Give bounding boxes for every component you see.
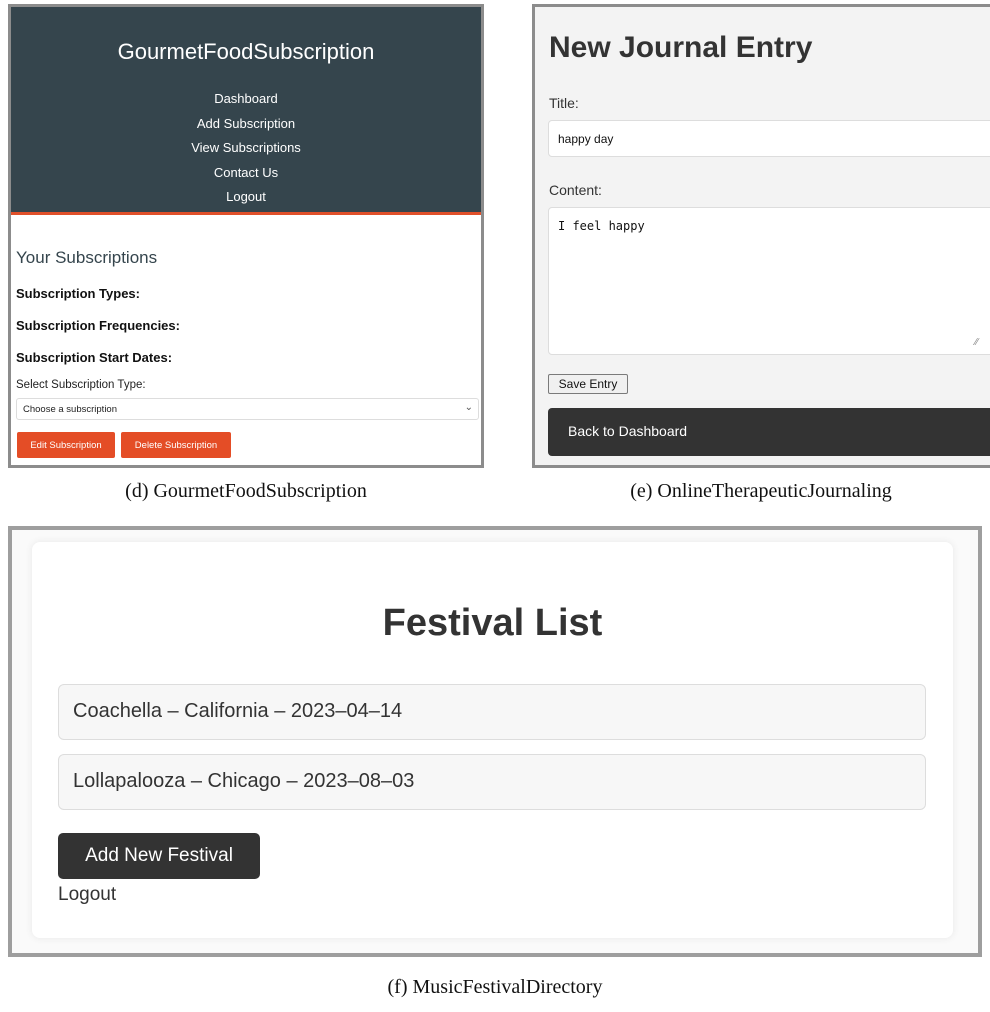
- select-value: Choose a subscription: [23, 404, 117, 415]
- nav-logout[interactable]: Logout: [11, 185, 481, 210]
- add-new-festival-button[interactable]: Add New Festival: [58, 833, 260, 879]
- festival-item[interactable]: Lollapalooza – Chicago – 2023–08–03: [58, 754, 926, 810]
- nav-view-subscriptions[interactable]: View Subscriptions: [11, 136, 481, 161]
- main-nav: Dashboard Add Subscription View Subscrip…: [11, 87, 481, 210]
- caption-e: (e) OnlineTherapeuticJournaling: [630, 480, 892, 502]
- section-title: Your Subscriptions: [16, 248, 158, 267]
- back-to-dashboard-button[interactable]: Back to Dashboard: [548, 408, 990, 456]
- logout-link[interactable]: Logout: [58, 884, 116, 906]
- delete-subscription-button[interactable]: Delete Subscription: [121, 432, 231, 458]
- content-textarea[interactable]: I feel happy: [548, 207, 990, 355]
- site-header: GourmetFoodSubscription Dashboard Add Su…: [11, 7, 481, 215]
- resize-grip-icon[interactable]: ∕∕: [975, 337, 978, 348]
- content-card: Festival List Coachella – California – 2…: [32, 542, 953, 938]
- music-festival-directory-screenshot: Festival List Coachella – California – 2…: [8, 526, 982, 957]
- content-label: Content:: [549, 182, 602, 198]
- title-input[interactable]: happy day: [548, 120, 990, 157]
- subscription-start-dates-label: Subscription Start Dates:: [16, 350, 173, 365]
- nav-contact-us[interactable]: Contact Us: [11, 161, 481, 186]
- gourmet-food-subscription-screenshot: GourmetFoodSubscription Dashboard Add Su…: [8, 4, 484, 468]
- title-label: Title:: [549, 95, 579, 111]
- page-title: Festival List: [382, 602, 603, 644]
- caption-d: (d) GourmetFoodSubscription: [125, 480, 367, 502]
- nav-dashboard[interactable]: Dashboard: [11, 87, 481, 112]
- page-title: New Journal Entry: [549, 31, 813, 64]
- subscription-types-label: Subscription Types:: [16, 286, 140, 301]
- therapeutic-journaling-screenshot: New Journal Entry Title: happy day Conte…: [532, 4, 990, 468]
- festival-item[interactable]: Coachella – California – 2023–04–14: [58, 684, 926, 740]
- subscription-type-select[interactable]: Choose a subscription ⌄: [16, 398, 479, 420]
- caption-f: (f) MusicFestivalDirectory: [387, 976, 603, 998]
- edit-subscription-button[interactable]: Edit Subscription: [17, 432, 115, 458]
- chevron-down-icon: ⌄: [464, 402, 473, 413]
- nav-add-subscription[interactable]: Add Subscription: [11, 112, 481, 137]
- save-entry-button[interactable]: Save Entry: [548, 374, 628, 394]
- select-type-label: Select Subscription Type:: [16, 379, 146, 391]
- brand-title: GourmetFoodSubscription: [117, 39, 375, 64]
- subscription-frequencies-label: Subscription Frequencies:: [16, 318, 180, 333]
